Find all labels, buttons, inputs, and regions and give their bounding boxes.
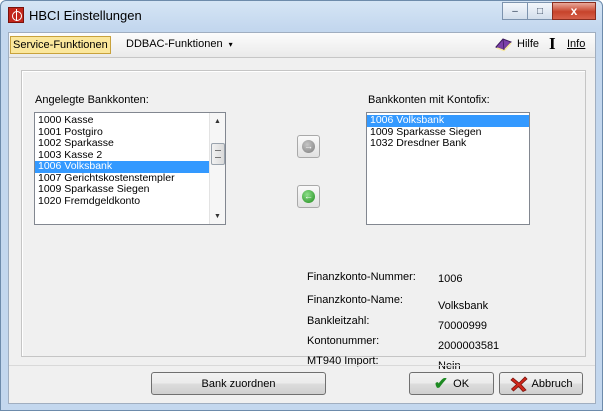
detail-key: Bankleitzahl: (307, 315, 370, 327)
scroll-up-icon[interactable]: ▲ (210, 114, 225, 128)
list-item[interactable]: 1020 Fremdgeldkonto (35, 195, 225, 208)
scroll-thumb[interactable] (211, 143, 225, 165)
right-list-label: Bankkonten mit Kontofix: (368, 94, 490, 106)
app-logo-icon (8, 7, 24, 23)
window-title: HBCI Einstellungen (29, 8, 142, 23)
cancel-label: Abbruch (531, 377, 573, 390)
detail-key: Finanzkonto-Nummer: (307, 271, 416, 283)
detail-value: Volksbank (438, 300, 489, 312)
ok-button[interactable]: ✔ OK (409, 372, 494, 395)
scroll-down-icon[interactable]: ▼ (210, 209, 225, 223)
list-item[interactable]: 1009 Sparkasse Siegen (35, 183, 225, 196)
detail-key: Finanzkonto-Name: (307, 294, 403, 306)
detail-value: 2000003581 (438, 340, 500, 352)
ok-label: OK (453, 377, 470, 390)
list-item[interactable]: 1002 Sparkasse (35, 137, 225, 150)
info-cursor-icon: I (549, 34, 556, 53)
list-item[interactable]: 1000 Kasse (35, 114, 225, 127)
remove-account-button[interactable]: → (297, 135, 320, 158)
right-account-list[interactable]: 1006 Volksbank 1009 Sparkasse Siegen 1032 … (366, 112, 530, 225)
menu-bar: Service-Funktionen DDBAC-Funktionen ▾ Hil… (9, 33, 595, 58)
detail-value: 1006 (438, 273, 463, 285)
arrow-left-icon: ← (302, 190, 315, 203)
button-bar: Bank zuordnen ✔ OK Abbruch (9, 365, 595, 404)
close-icon: x (570, 4, 578, 18)
detail-key: Kontonummer: (307, 335, 380, 347)
maximize-icon: □ (536, 5, 544, 17)
close-button[interactable]: x (552, 2, 596, 20)
title-bar[interactable]: HBCI Einstellungen ‒ □ x (1, 1, 602, 31)
left-list-scrollbar[interactable]: ▲ ▼ (209, 113, 225, 224)
dialog-client-area: Service-Funktionen DDBAC-Funktionen ▾ Hil… (8, 32, 596, 404)
menu-info[interactable]: Info (565, 36, 587, 52)
window-controls: ‒ □ x (502, 2, 596, 20)
minimize-button[interactable]: ‒ (502, 2, 528, 20)
maximize-button[interactable]: □ (527, 2, 553, 20)
hbci-settings-window: HBCI Einstellungen ‒ □ x Service-Funktio… (0, 0, 603, 411)
menu-service-functions[interactable]: Service-Funktionen (10, 36, 111, 54)
help-book-icon[interactable] (494, 36, 513, 52)
cancel-button[interactable]: Abbruch (499, 372, 583, 395)
chevron-down-icon: ▾ (228, 40, 233, 49)
menu-ddbac-functions[interactable]: DDBAC-Funktionen ▾ (124, 36, 235, 52)
add-account-button[interactable]: ← (297, 185, 320, 208)
minimize-icon: ‒ (512, 5, 518, 17)
arrow-right-glyph: → (304, 141, 313, 151)
left-account-list[interactable]: 1000 Kasse 1001 Postgiro 1002 Sparkasse 100… (34, 112, 226, 225)
list-item[interactable]: 1006 Volksbank (35, 160, 225, 173)
accounts-panel: Angelegte Bankkonten: 1000 Kasse 1001 Pos… (21, 70, 586, 372)
arrow-right-icon: → (302, 140, 315, 153)
assign-bank-button[interactable]: Bank zuordnen (151, 372, 326, 395)
list-item[interactable]: 1032 Dresdner Bank (367, 137, 529, 150)
arrow-left-glyph: ← (304, 191, 313, 201)
menu-help[interactable]: Hilfe (515, 36, 541, 52)
detail-value: 70000999 (438, 320, 487, 332)
left-list-label: Angelegte Bankkonten: (35, 94, 149, 106)
menu-ddbac-label: DDBAC-Funktionen (126, 38, 223, 50)
checkmark-icon: ✔ (433, 373, 449, 393)
red-x-icon (509, 375, 528, 392)
list-item[interactable]: 1006 Volksbank (367, 114, 529, 127)
